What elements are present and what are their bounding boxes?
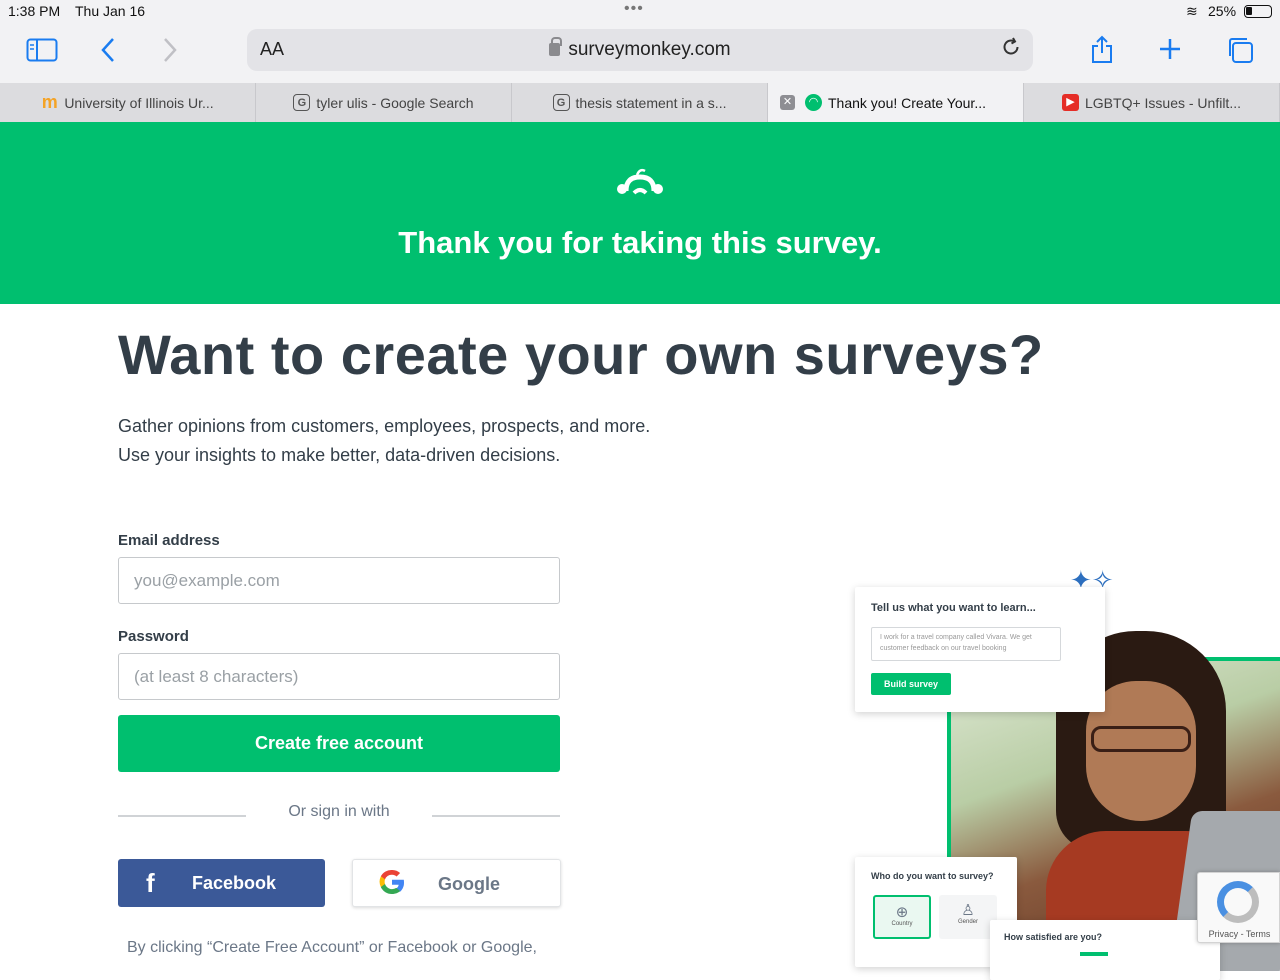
wifi-icon: ≋ bbox=[1186, 3, 1198, 19]
email-label: Email address bbox=[118, 532, 220, 549]
forward-chevron-icon[interactable] bbox=[160, 36, 180, 68]
password-label: Password bbox=[118, 628, 189, 645]
reload-icon[interactable] bbox=[1001, 36, 1021, 64]
tab-strip: m University of Illinois Ur... G tyler u… bbox=[0, 83, 1280, 122]
status-time: 1:38 PM bbox=[8, 3, 61, 19]
tab-title: LGBTQ+ Issues - Unfilt... bbox=[1085, 94, 1241, 111]
recaptcha-links[interactable]: Privacy - Terms bbox=[1198, 929, 1280, 939]
new-tab-plus-icon[interactable] bbox=[1158, 37, 1182, 65]
status-date: Thu Jan 16 bbox=[75, 3, 146, 19]
rating-bar bbox=[1080, 952, 1108, 956]
battery-icon bbox=[1244, 5, 1272, 18]
facebook-label: Facebook bbox=[192, 873, 277, 893]
thank-you-title: Thank you for taking this survey. bbox=[398, 225, 882, 260]
option-label: Gender bbox=[957, 919, 978, 925]
sidebar-toggle-icon[interactable] bbox=[26, 38, 58, 66]
gender-option: ♙ Gender bbox=[939, 895, 997, 939]
sign-in-divider-text: Or sign in with bbox=[288, 803, 390, 820]
lock-icon bbox=[549, 37, 563, 56]
browser-tab[interactable]: G thesis statement in a s... bbox=[512, 83, 768, 122]
page-description: Gather opinions from customers, employee… bbox=[118, 412, 650, 470]
facebook-signin-button[interactable]: f Facebook bbox=[118, 859, 325, 907]
create-account-button[interactable]: Create free account bbox=[118, 715, 560, 772]
satisfaction-card: How satisfied are you? bbox=[990, 920, 1220, 980]
browser-tab[interactable]: ▶ LGBTQ+ Issues - Unfilt... bbox=[1024, 83, 1280, 122]
build-survey-card: Tell us what you want to learn... I work… bbox=[855, 587, 1105, 712]
browser-chrome: 1:38 PM Thu Jan 16 ••• ≋ 25% AA surveymo… bbox=[0, 0, 1280, 83]
google-favicon-icon: G bbox=[293, 94, 311, 111]
recaptcha-icon bbox=[1217, 881, 1259, 923]
google-signin-button[interactable]: Google bbox=[352, 859, 561, 907]
build-survey-button: Build survey bbox=[871, 673, 951, 695]
back-chevron-icon[interactable] bbox=[98, 36, 118, 68]
description-line: Gather opinions from customers, employee… bbox=[118, 416, 651, 436]
google-favicon-icon: G bbox=[552, 94, 570, 111]
description-line: Use your insights to make better, data-d… bbox=[118, 445, 561, 465]
option-label: Country bbox=[891, 921, 913, 927]
url-text: surveymonkey.com bbox=[568, 39, 731, 60]
close-tab-icon[interactable]: ✕ bbox=[780, 95, 795, 110]
surveymonkey-logo-icon bbox=[617, 168, 663, 195]
person-icon: ♙ bbox=[961, 902, 975, 919]
card-textbox: I work for a travel company called Vivar… bbox=[871, 627, 1061, 661]
browser-tab[interactable]: G tyler ulis - Google Search bbox=[256, 83, 512, 122]
card-title: Tell us what you want to learn... bbox=[871, 602, 1036, 614]
email-field[interactable] bbox=[118, 557, 560, 604]
illinois-favicon-icon: m bbox=[41, 92, 58, 112]
card-title: Who do you want to survey? bbox=[871, 871, 994, 881]
tab-overview-icon[interactable] bbox=[1226, 36, 1254, 68]
surveymonkey-favicon-icon: ◠ bbox=[805, 94, 822, 111]
url-display[interactable]: surveymonkey.com bbox=[247, 37, 1033, 61]
page-headline: Want to create your own surveys? bbox=[118, 323, 1044, 386]
google-icon bbox=[377, 867, 407, 905]
browser-tab[interactable]: m University of Illinois Ur... bbox=[0, 83, 256, 122]
share-icon[interactable] bbox=[1090, 34, 1114, 68]
browser-tab-active[interactable]: ✕ ◠ Thank you! Create Your... bbox=[768, 83, 1024, 122]
tab-title: University of Illinois Ur... bbox=[64, 94, 214, 111]
card-title: How satisfied are you? bbox=[1004, 932, 1103, 942]
tab-title: tyler ulis - Google Search bbox=[316, 94, 474, 111]
globe-icon: ⊕ bbox=[895, 904, 909, 921]
country-option: ⊕ Country bbox=[873, 895, 931, 939]
recaptcha-badge[interactable]: Privacy - Terms bbox=[1197, 872, 1280, 943]
facebook-icon: f bbox=[146, 868, 155, 898]
multitasking-dots-icon[interactable]: ••• bbox=[624, 0, 644, 18]
google-label: Google bbox=[438, 874, 500, 894]
legal-text: By clicking “Create Free Account” or Fac… bbox=[127, 939, 537, 956]
password-field[interactable] bbox=[118, 653, 560, 700]
battery-percent: 25% bbox=[1208, 3, 1237, 19]
tab-title: Thank you! Create Your... bbox=[828, 94, 986, 111]
tab-title: thesis statement in a s... bbox=[575, 94, 727, 111]
address-bar[interactable]: AA surveymonkey.com bbox=[247, 29, 1033, 71]
status-bar: 1:38 PM Thu Jan 16 ••• ≋ 25% bbox=[0, 0, 1280, 22]
divider-left bbox=[118, 815, 246, 817]
thank-you-banner: Thank you for taking this survey. bbox=[0, 122, 1280, 304]
divider-right bbox=[432, 815, 560, 817]
youtube-favicon-icon: ▶ bbox=[1062, 94, 1079, 111]
